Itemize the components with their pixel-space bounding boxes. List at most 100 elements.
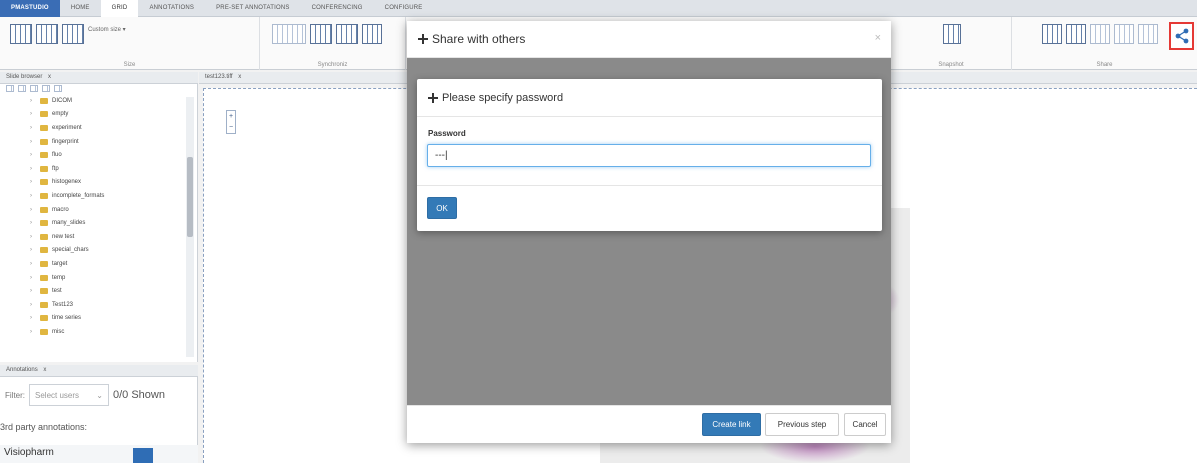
tab-conferencing[interactable]: CONFERENCING [301, 0, 374, 17]
create-link-button[interactable]: Create link [702, 413, 761, 436]
group-label-size: Size [123, 62, 136, 68]
ok-button[interactable]: OK [427, 197, 457, 219]
list-item[interactable]: › test [0, 284, 184, 298]
share-dataset-icon[interactable] [1114, 24, 1134, 44]
tab-configure[interactable]: CONFIGURE [374, 0, 434, 17]
chevron-right-icon[interactable]: › [30, 302, 36, 308]
cancel-button[interactable]: Cancel [844, 413, 886, 436]
chevron-right-icon[interactable]: › [30, 152, 36, 158]
custom-size-dropdown[interactable]: Custom size ▾ [88, 26, 126, 33]
grid-3x3-icon[interactable] [62, 24, 84, 44]
list-item[interactable]: › DICOM [0, 94, 184, 108]
chevron-right-icon[interactable]: › [30, 315, 36, 321]
chevron-right-icon[interactable]: › [30, 125, 36, 131]
grid-2x2-icon[interactable] [36, 24, 58, 44]
sync-table-icon[interactable] [336, 24, 358, 44]
share-dialog-header: Share with others × [407, 21, 891, 58]
slide-browser-close-icon[interactable]: x [48, 74, 51, 80]
group-snapshot: Snapshot [891, 17, 1012, 70]
folder-icon [40, 179, 48, 186]
chevron-right-icon[interactable]: › [30, 275, 36, 281]
folder-tree: › DICOM › empty › experiment › fingerprint ›… [0, 94, 184, 339]
scrollbar-thumb[interactable] [187, 157, 193, 237]
chevron-right-icon[interactable]: › [30, 329, 36, 335]
list-item[interactable]: › fingerprint [0, 135, 184, 149]
viewer-tab-close-icon[interactable]: x [238, 74, 241, 80]
list-item[interactable]: › ftp [0, 162, 184, 176]
group-label-share: Share [1096, 62, 1113, 68]
close-icon[interactable]: × [875, 32, 881, 44]
tab-preset-annotations[interactable]: PRE-SET ANNOTATIONS [205, 0, 300, 17]
list-item[interactable]: › new test [0, 230, 184, 244]
list-item[interactable]: › time series [0, 312, 184, 326]
chevron-right-icon[interactable]: › [30, 139, 36, 145]
list-item[interactable]: › special_chars [0, 244, 184, 258]
list-item[interactable]: › misc [0, 325, 184, 339]
list-item[interactable]: › incomplete_formats [0, 189, 184, 203]
camera-icon[interactable] [943, 24, 961, 44]
folder-icon [40, 192, 48, 199]
move-icon[interactable] [418, 34, 428, 44]
share-dialog-title: Share with others [432, 32, 526, 46]
list-item[interactable]: › empty [0, 108, 184, 122]
annotations-header: Annotations x [0, 365, 198, 377]
folder-icon [40, 260, 48, 267]
list-item[interactable]: › fluo [0, 148, 184, 162]
chevron-right-icon[interactable]: › [30, 166, 36, 172]
sync-add-icon[interactable] [362, 24, 382, 44]
share-slide-icon[interactable] [1042, 24, 1062, 44]
home-icon[interactable] [6, 85, 14, 92]
list-view-icon[interactable] [54, 85, 62, 92]
zoom-control[interactable]: + − [226, 110, 236, 134]
chevron-down-icon: ⌄ [96, 390, 103, 400]
share-image-icon[interactable] [1066, 24, 1086, 44]
link-icon[interactable] [30, 85, 38, 92]
password-dialog-title: Please specify password [442, 91, 564, 104]
user-select[interactable]: Select users ⌄ [29, 384, 109, 406]
share-grid-icon[interactable] [1090, 24, 1110, 44]
tab-home[interactable]: HOME [60, 0, 101, 17]
move-icon[interactable] [428, 92, 438, 103]
list-item[interactable]: › histogenex [0, 176, 184, 190]
password-label: Password [428, 129, 466, 138]
list-item[interactable]: › experiment [0, 121, 184, 135]
sync-grid-icon[interactable] [310, 24, 332, 44]
folder-icon [40, 315, 48, 322]
group-label-synchronize: Synchroniz [317, 62, 348, 68]
share-button[interactable] [1169, 22, 1194, 50]
chevron-right-icon[interactable]: › [30, 111, 36, 117]
sync-icon[interactable] [272, 24, 306, 44]
grid-view-icon[interactable] [42, 85, 50, 92]
share-icon [1175, 28, 1188, 44]
list-item[interactable]: › many_slides [0, 216, 184, 230]
chevron-right-icon[interactable]: › [30, 261, 36, 267]
chevron-right-icon[interactable]: › [30, 288, 36, 294]
grid-1x2-icon[interactable] [10, 24, 32, 44]
chevron-right-icon[interactable]: › [30, 207, 36, 213]
list-item[interactable]: › temp [0, 271, 184, 285]
refresh-icon[interactable] [18, 85, 26, 92]
share-folder-icon[interactable] [1138, 24, 1158, 44]
chevron-right-icon[interactable]: › [30, 220, 36, 226]
folder-icon [40, 274, 48, 281]
slide-browser-scrollbar[interactable] [186, 97, 194, 357]
list-item[interactable]: Visiopharm [0, 445, 198, 463]
chevron-right-icon[interactable]: › [30, 247, 36, 253]
annotations-close-icon[interactable]: x [43, 367, 46, 373]
chevron-right-icon[interactable]: › [30, 193, 36, 199]
tab-grid[interactable]: GRID [100, 0, 139, 17]
chevron-right-icon[interactable]: › [30, 179, 36, 185]
list-item[interactable]: › macro [0, 203, 184, 217]
chevron-right-icon[interactable]: › [30, 98, 36, 104]
list-item[interactable]: › Test123 [0, 298, 184, 312]
tab-annotations[interactable]: ANNOTATIONS [138, 0, 205, 17]
previous-step-button[interactable]: Previous step [765, 413, 839, 436]
folder-icon [40, 124, 48, 131]
tab-pmastudio[interactable]: PMASTUDIO [0, 0, 60, 17]
password-field[interactable] [427, 144, 871, 167]
chevron-right-icon[interactable]: › [30, 234, 36, 240]
annotations-section-title: 3rd party annotations: [0, 422, 88, 432]
folder-icon [40, 165, 48, 172]
list-item[interactable]: › target [0, 257, 184, 271]
annotation-toggle-button[interactable] [133, 448, 153, 463]
